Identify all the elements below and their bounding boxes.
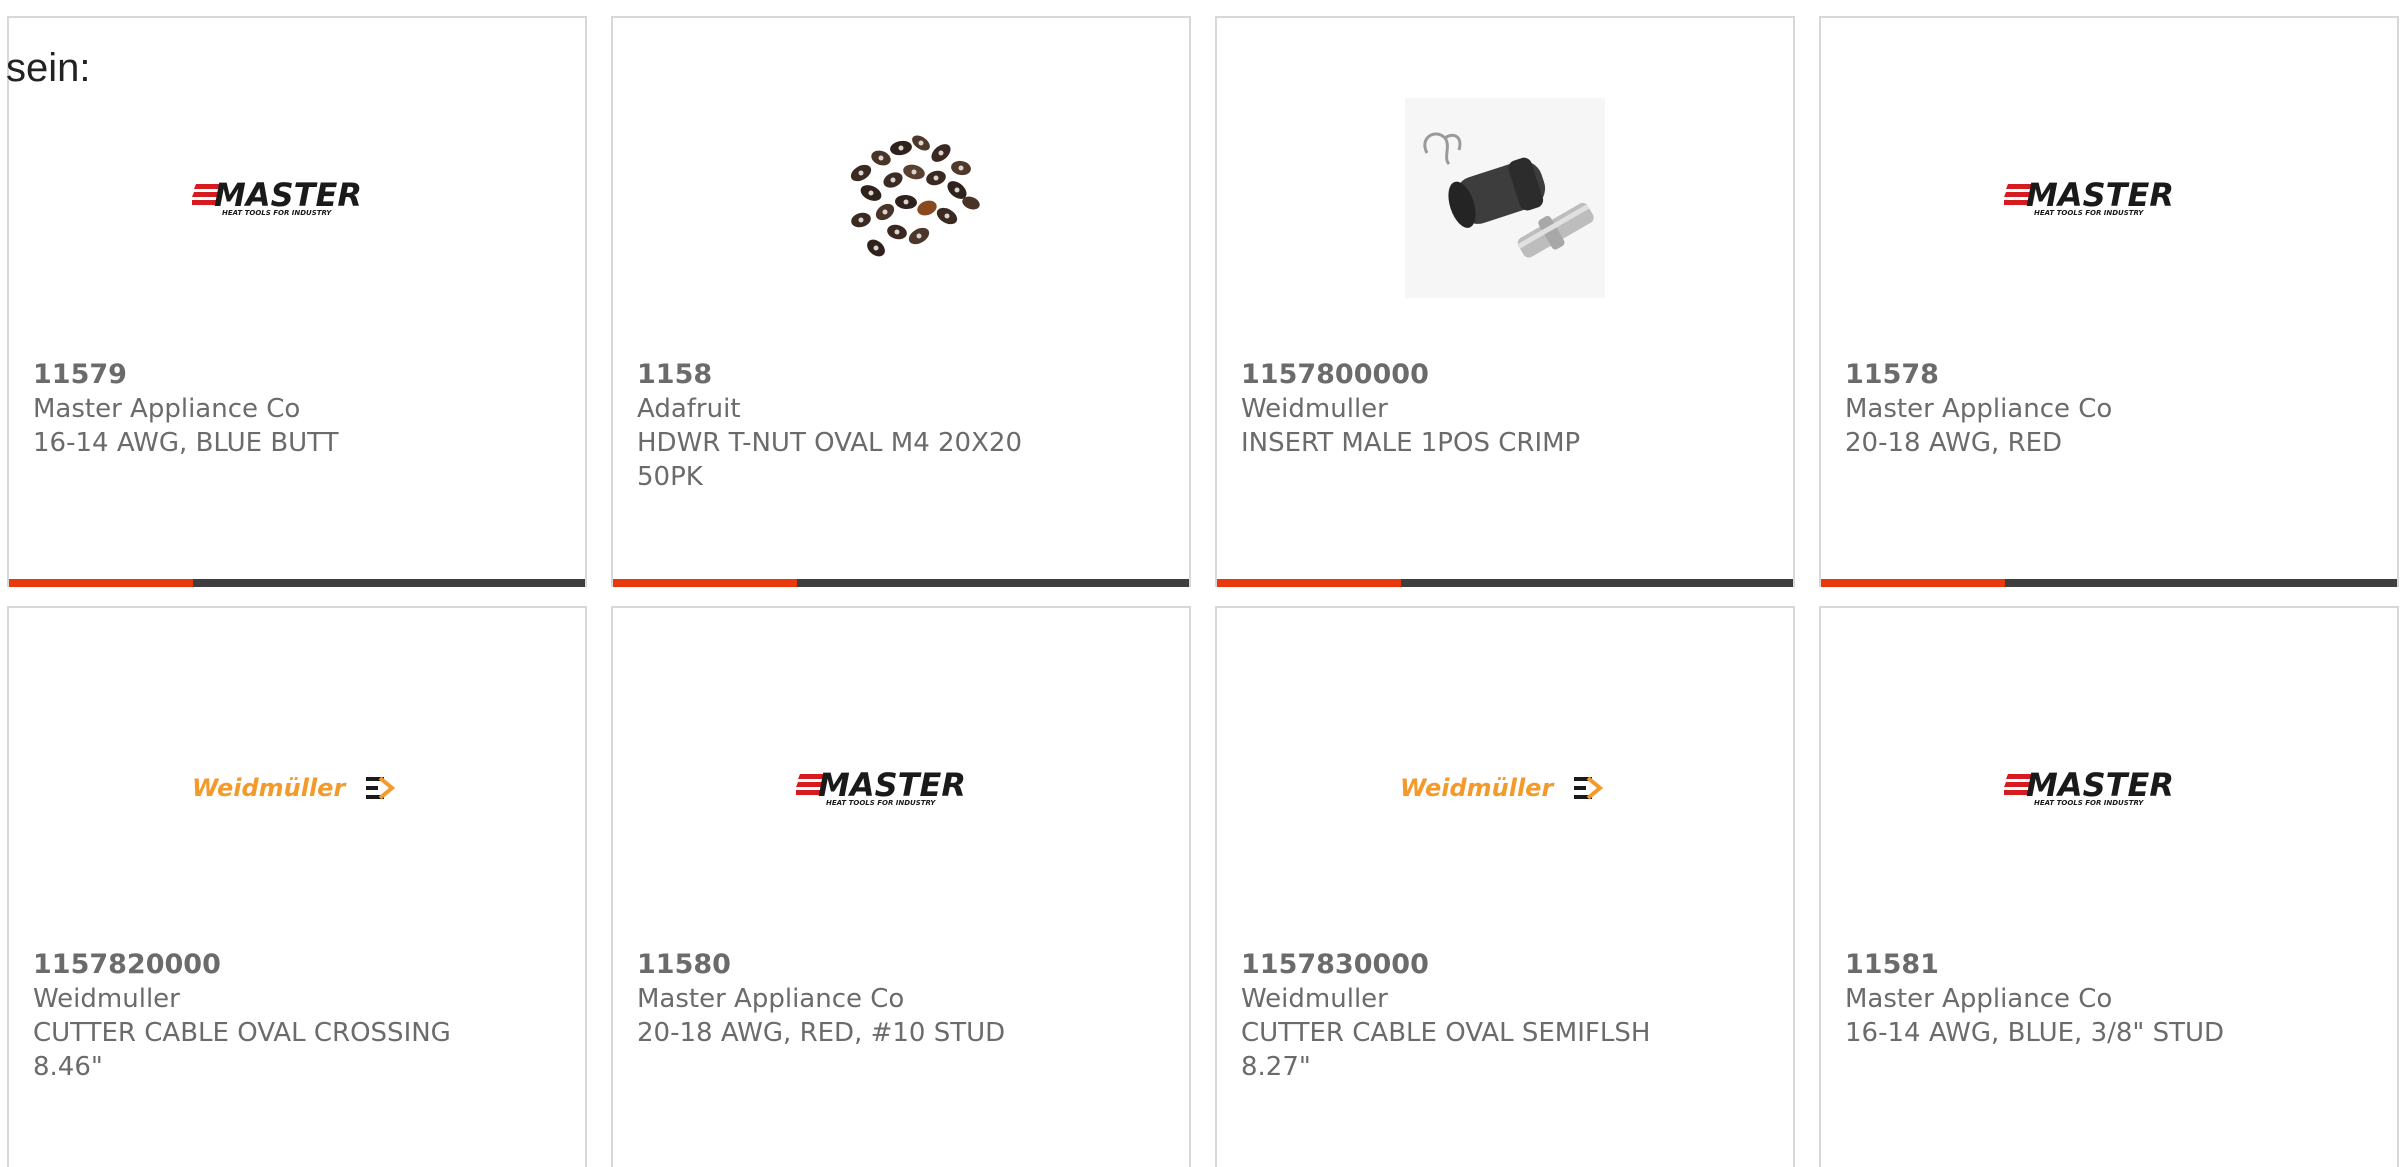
product-description: 20-18 AWG, RED xyxy=(1845,428,2063,458)
part-number[interactable]: 11580 xyxy=(637,948,1165,982)
product-image: MASTER HEAT TOOLS FOR INDUSTRY xyxy=(613,668,1189,908)
insert-photo xyxy=(1405,98,1605,298)
master-logo: MASTER HEAT TOOLS FOR INDUSTRY xyxy=(2004,768,2174,807)
weidmuller-logo: Weidmüller xyxy=(1400,774,1604,802)
part-number[interactable]: 11579 xyxy=(33,358,561,392)
product-card[interactable]: MASTER HEAT TOOLS FOR INDUSTRY 11578 Mas… xyxy=(1819,16,2399,587)
product-grid: MASTER HEAT TOOLS FOR INDUSTRY 11579 Mas… xyxy=(0,0,2400,1167)
product-image: Weidmüller xyxy=(9,668,585,908)
svg-text:HEAT TOOLS FOR INDUSTRY: HEAT TOOLS FOR INDUSTRY xyxy=(2034,209,2144,217)
manufacturer-name: Weidmuller xyxy=(33,984,180,1014)
product-description: INSERT MALE 1POS CRIMP xyxy=(1241,428,1581,458)
part-number[interactable]: 11578 xyxy=(1845,358,2373,392)
product-description: 20-18 AWG, RED, #10 STUD xyxy=(637,1018,1006,1048)
product-description: CUTTER CABLE OVAL CROSSING 8.46" xyxy=(33,1018,451,1082)
svg-text:HEAT TOOLS FOR INDUSTRY: HEAT TOOLS FOR INDUSTRY xyxy=(826,799,936,807)
card-progress-bar xyxy=(9,579,585,587)
product-card[interactable]: MASTER HEAT TOOLS FOR INDUSTRY 11579 Mas… xyxy=(7,16,587,587)
part-number[interactable]: 11581 xyxy=(1845,948,2373,982)
manufacturer-name: Adafruit xyxy=(637,394,741,424)
product-card[interactable]: Weidmüller 1157830000 Weidmuller CUTTER … xyxy=(1215,606,1795,1167)
t-nut-photo xyxy=(850,135,980,257)
manufacturer-name: Weidmuller xyxy=(1241,394,1388,424)
manufacturer-name: Weidmuller xyxy=(1241,984,1388,1014)
part-number[interactable]: 1157820000 xyxy=(33,948,561,982)
weidmuller-logo: Weidmüller xyxy=(192,774,396,802)
manufacturer-name: Master Appliance Co xyxy=(33,394,301,424)
progress-fill xyxy=(1217,579,1402,587)
product-card[interactable]: Weidmüller 1157820000 Weidmuller CUTTER … xyxy=(7,606,587,1167)
product-card[interactable]: 1158 Adafruit HDWR T-NUT OVAL M4 20X20 5… xyxy=(611,16,1191,587)
part-number[interactable]: 1157830000 xyxy=(1241,948,1769,982)
part-number[interactable]: 1158 xyxy=(637,358,1165,392)
product-image: MASTER HEAT TOOLS FOR INDUSTRY xyxy=(9,78,585,318)
product-card[interactable]: MASTER HEAT TOOLS FOR INDUSTRY 11581 Mas… xyxy=(1819,606,2399,1167)
svg-text:Weidmüller: Weidmüller xyxy=(1400,774,1555,802)
product-card[interactable]: 1157800000 Weidmuller INSERT MALE 1POS C… xyxy=(1215,16,1795,587)
master-logo: MASTER HEAT TOOLS FOR INDUSTRY xyxy=(192,178,362,217)
product-description: 16-14 AWG, BLUE, 3/8" STUD xyxy=(1845,1018,2225,1048)
manufacturer-name: Master Appliance Co xyxy=(1845,984,2113,1014)
product-description: CUTTER CABLE OVAL SEMIFLSH 8.27" xyxy=(1241,1018,1651,1082)
part-number[interactable]: 1157800000 xyxy=(1241,358,1769,392)
product-description: 16-14 AWG, BLUE BUTT xyxy=(33,428,339,458)
master-logo: MASTER HEAT TOOLS FOR INDUSTRY xyxy=(2004,178,2174,217)
product-image xyxy=(613,78,1189,318)
progress-fill xyxy=(1821,579,2006,587)
manufacturer-name: Master Appliance Co xyxy=(637,984,905,1014)
product-image: MASTER HEAT TOOLS FOR INDUSTRY xyxy=(1821,78,2397,318)
manufacturer-name: Master Appliance Co xyxy=(1845,394,2113,424)
card-progress-bar xyxy=(1821,579,2397,587)
svg-text:HEAT TOOLS FOR INDUSTRY: HEAT TOOLS FOR INDUSTRY xyxy=(222,209,332,217)
card-progress-bar xyxy=(1217,579,1793,587)
progress-fill xyxy=(613,579,798,587)
progress-fill xyxy=(9,579,194,587)
product-image xyxy=(1217,78,1793,318)
product-image: MASTER HEAT TOOLS FOR INDUSTRY xyxy=(1821,668,2397,908)
product-description: HDWR T-NUT OVAL M4 20X20 50PK xyxy=(637,428,1022,492)
svg-text:HEAT TOOLS FOR INDUSTRY: HEAT TOOLS FOR INDUSTRY xyxy=(2034,799,2144,807)
card-progress-bar xyxy=(613,579,1189,587)
product-image: Weidmüller xyxy=(1217,668,1793,908)
svg-text:Weidmüller: Weidmüller xyxy=(192,774,347,802)
product-card[interactable]: MASTER HEAT TOOLS FOR INDUSTRY 11580 Mas… xyxy=(611,606,1191,1167)
master-logo: MASTER HEAT TOOLS FOR INDUSTRY xyxy=(796,768,966,807)
overlay-text: sein: xyxy=(6,46,91,90)
